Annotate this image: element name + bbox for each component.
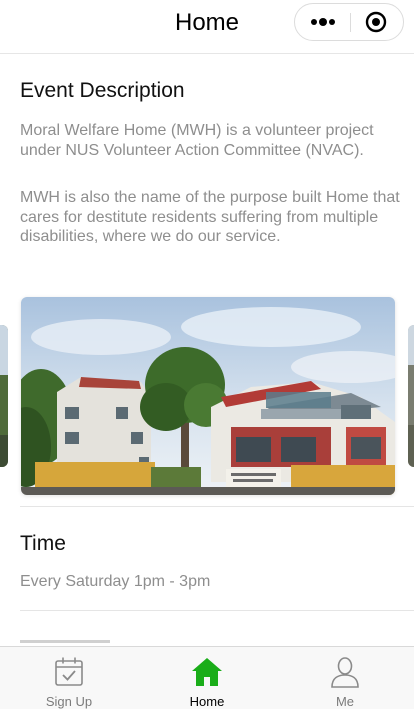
event-description-paragraph-2: MWH is also the name of the purpose buil… xyxy=(20,189,400,245)
section-divider xyxy=(20,506,414,507)
home-icon xyxy=(192,658,222,686)
target-close-icon[interactable] xyxy=(365,11,387,33)
tab-label-sign-up: Sign Up xyxy=(45,694,93,709)
carousel-prev-image[interactable] xyxy=(0,325,8,467)
event-description-heading: Event Description xyxy=(20,79,185,102)
tab-label-home: Home xyxy=(189,694,225,709)
carousel-next-image[interactable] xyxy=(408,325,414,467)
section-divider xyxy=(20,610,414,611)
tab-me[interactable]: Me xyxy=(276,647,414,710)
tab-sign-up[interactable]: Sign Up xyxy=(0,647,138,710)
building-photo xyxy=(21,297,395,495)
carousel-main-image[interactable] xyxy=(21,297,395,495)
time-value: Every Saturday 1pm - 3pm xyxy=(20,573,211,590)
main-content[interactable]: Event Description Moral Welfare Home (MW… xyxy=(0,53,414,647)
time-heading: Time xyxy=(20,532,66,555)
tab-bar: Sign Up Home Me xyxy=(0,646,414,709)
menu-capsule xyxy=(294,3,404,41)
person-icon xyxy=(331,657,359,688)
capsule-divider xyxy=(350,13,351,32)
event-description-paragraph-1: Moral Welfare Home (MWH) is a volunteer … xyxy=(20,122,374,159)
tab-label-me: Me xyxy=(335,694,355,709)
tab-home[interactable]: Home xyxy=(138,647,276,710)
navigation-bar: Home xyxy=(0,0,414,46)
calendar-check-icon xyxy=(55,657,83,686)
more-dots-icon[interactable] xyxy=(309,12,337,32)
